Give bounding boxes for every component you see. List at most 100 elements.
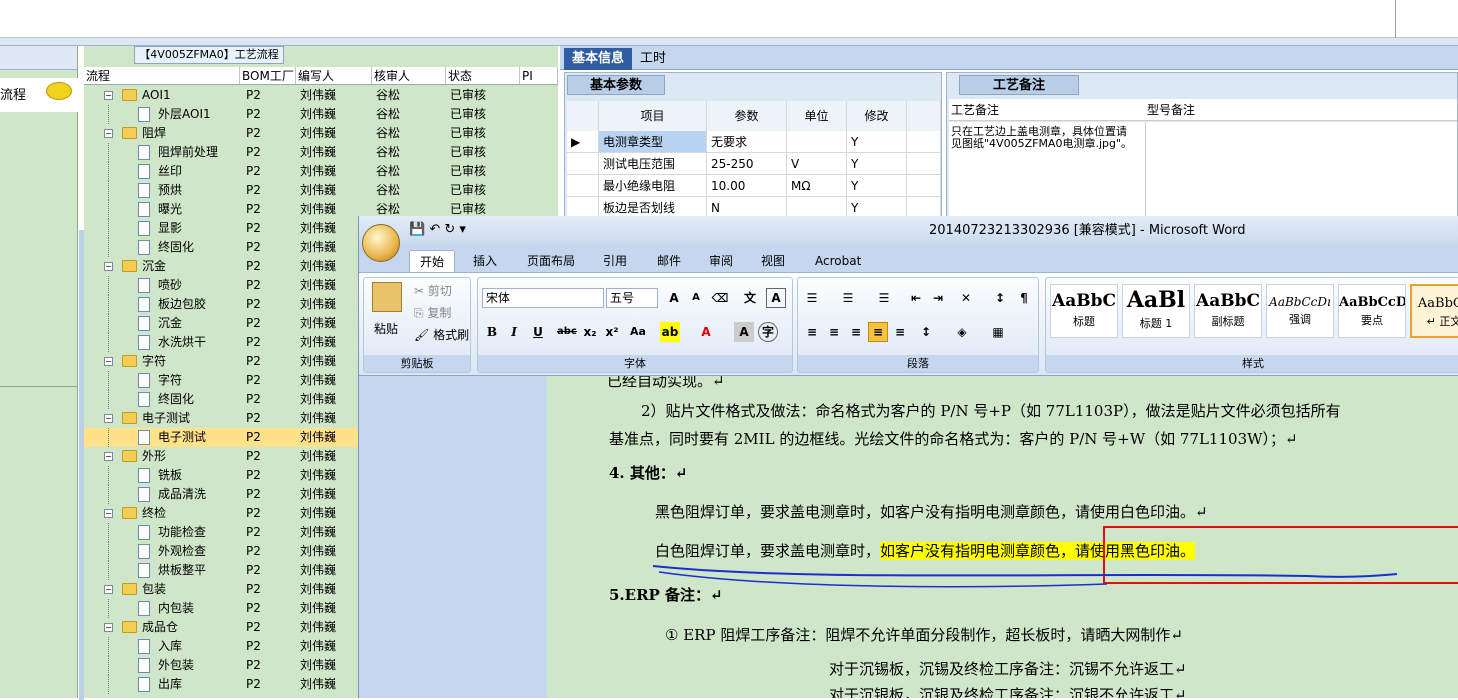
collapse-toggle-icon[interactable]: − — [104, 357, 113, 366]
collapse-toggle-icon[interactable]: − — [104, 414, 113, 423]
collapse-toggle-icon[interactable]: − — [104, 452, 113, 461]
enclose-char-icon[interactable]: 字 — [758, 322, 778, 342]
cell-edit[interactable]: Y — [847, 175, 907, 196]
collapse-toggle-icon[interactable]: − — [104, 623, 113, 632]
col-header-param[interactable]: 参数 — [707, 101, 787, 131]
superscript-icon[interactable]: x² — [602, 322, 622, 342]
tab-view[interactable]: 视图 — [751, 250, 795, 272]
style-subtitle[interactable]: AaBbC 副标题 — [1194, 284, 1262, 338]
collapse-toggle-icon[interactable]: − — [104, 262, 113, 271]
undo-icon[interactable]: ↶ — [429, 222, 440, 237]
tree-row[interactable]: 外层AOI1 P2 刘伟巍 谷松 已审核 — [84, 105, 558, 124]
craft-note-text[interactable]: 只在工艺边上盖电测章，具体位置请见图纸"4V005ZFMA0电测章.jpg"。 — [951, 126, 1135, 150]
decrease-indent-icon[interactable]: ⇤ — [906, 288, 926, 308]
tree-row[interactable]: − 阻焊 P2 刘伟巍 谷松 已审核 — [84, 124, 558, 143]
collapse-toggle-icon[interactable]: − — [104, 509, 113, 518]
style-heading1[interactable]: AaBl 标题 1 — [1122, 284, 1190, 338]
tab-acrobat[interactable]: Acrobat — [805, 250, 871, 272]
cell-item[interactable]: 测试电压范围 — [599, 153, 707, 174]
paste-button[interactable]: 粘贴 — [374, 320, 398, 337]
cell-item[interactable]: 电测章类型 — [599, 131, 707, 152]
tab-mailings[interactable]: 邮件 — [647, 250, 691, 272]
bold-icon[interactable]: B — [482, 322, 502, 342]
change-case-icon[interactable]: Aa — [628, 322, 648, 342]
comment-bubble-icon[interactable] — [46, 82, 72, 100]
tab-insert[interactable]: 插入 — [463, 250, 507, 272]
shrink-font-icon[interactable]: A — [686, 288, 706, 308]
tab-home[interactable]: 开始 — [409, 250, 456, 274]
increase-indent-icon[interactable]: ⇥ — [928, 288, 948, 308]
style-normal[interactable]: AaBbCc ↵ 正文 — [1410, 284, 1458, 338]
chinese-layout-icon[interactable]: ✕ — [956, 288, 976, 308]
tree-row[interactable]: 丝印 P2 刘伟巍 谷松 已审核 — [84, 162, 558, 181]
collapse-toggle-icon[interactable]: − — [104, 91, 113, 100]
align-center-icon[interactable]: ≡ — [824, 322, 844, 342]
style-title[interactable]: AaBbC 标题 — [1050, 284, 1118, 338]
grow-font-icon[interactable]: A — [664, 288, 684, 308]
cell-param[interactable]: 无要求 — [707, 131, 787, 152]
splitter-bar[interactable] — [0, 38, 1458, 46]
justify-icon[interactable]: ≡ — [868, 322, 888, 342]
cut-button[interactable]: ✂ 剪切 — [414, 282, 452, 299]
col-header-process[interactable]: 流程 — [84, 67, 240, 84]
numbering-icon[interactable]: ☰ — [838, 288, 858, 308]
document-page[interactable]: 已经自动实现。↵ 2）贴片文件格式及做法：命名格式为客户的 P/N 号+P（如 … — [547, 376, 1458, 698]
col-header-reviewer[interactable]: 核审人 — [372, 67, 446, 84]
strikethrough-icon[interactable]: abc — [556, 322, 577, 342]
clear-format-icon[interactable]: ⌫ — [710, 288, 730, 308]
tree-row[interactable]: 预烘 P2 刘伟巍 谷松 已审核 — [84, 181, 558, 200]
collapse-toggle-icon[interactable]: − — [104, 585, 113, 594]
char-border-icon[interactable]: A — [766, 288, 786, 308]
tree-row[interactable]: 阻焊前处理 P2 刘伟巍 谷松 已审核 — [84, 143, 558, 162]
collapse-toggle-icon[interactable]: − — [104, 129, 113, 138]
tab-page-layout[interactable]: 页面布局 — [517, 250, 585, 272]
tab-work-hours[interactable]: 工时 — [632, 48, 674, 70]
save-icon[interactable]: 💾 — [409, 222, 425, 237]
tab-references[interactable]: 引用 — [593, 250, 637, 272]
col-header-edit[interactable]: 修改 — [847, 101, 907, 131]
grid-row[interactable]: 最小绝缘电阻 10.00 MΩ Y — [567, 175, 941, 197]
cell-unit[interactable] — [787, 131, 847, 152]
char-shading-icon[interactable]: A — [734, 322, 754, 342]
distributed-icon[interactable]: ≡ — [890, 322, 910, 342]
cell-edit[interactable]: Y — [847, 153, 907, 174]
shading-icon[interactable]: ◈ — [952, 322, 972, 342]
tree-row[interactable]: − AOI1 P2 刘伟巍 谷松 已审核 — [84, 86, 558, 105]
grid-row[interactable]: 测试电压范围 25-250 V Y — [567, 153, 941, 175]
col-header-item[interactable]: 项目 — [599, 101, 707, 131]
paste-icon[interactable] — [372, 282, 402, 312]
font-size-select[interactable]: 五号 — [606, 288, 658, 308]
cell-edit[interactable]: Y — [847, 131, 907, 152]
show-marks-icon[interactable]: ¶ — [1014, 288, 1034, 308]
tab-basic-info[interactable]: 基本信息 — [564, 48, 633, 70]
cell-param[interactable]: 25-250 — [707, 153, 787, 174]
font-name-select[interactable]: 宋体 — [482, 288, 604, 308]
cell-unit[interactable] — [787, 197, 847, 218]
align-right-icon[interactable]: ≡ — [846, 322, 866, 342]
grid-row[interactable]: ▶ 电测章类型 无要求 Y — [567, 131, 941, 153]
col-header-writer[interactable]: 编写人 — [296, 67, 372, 84]
italic-icon[interactable]: I — [504, 322, 524, 342]
col-header-pi[interactable]: PI — [520, 67, 558, 84]
underline-icon[interactable]: U — [528, 322, 548, 342]
cell-item[interactable]: 板边是否划线 — [599, 197, 707, 218]
subscript-icon[interactable]: x₂ — [580, 322, 600, 342]
sort-icon[interactable]: ↕ — [990, 288, 1010, 308]
col-header-status[interactable]: 状态 — [446, 67, 520, 84]
font-color-icon[interactable]: A — [696, 322, 716, 342]
cell-item[interactable]: 最小绝缘电阻 — [599, 175, 707, 196]
phonetic-guide-icon[interactable]: 文 — [740, 288, 760, 308]
cell-unit[interactable]: MΩ — [787, 175, 847, 196]
customize-qat-icon[interactable]: ▾ — [459, 222, 466, 237]
cell-param[interactable]: N — [707, 197, 787, 218]
tab-review[interactable]: 审阅 — [699, 250, 743, 272]
bullets-icon[interactable]: ☰ — [802, 288, 822, 308]
cell-edit[interactable]: Y — [847, 197, 907, 218]
col-header-unit[interactable]: 单位 — [787, 101, 847, 131]
highlight-icon[interactable]: ab — [660, 322, 680, 342]
cell-param[interactable]: 10.00 — [707, 175, 787, 196]
cell-unit[interactable]: V — [787, 153, 847, 174]
format-painter-button[interactable]: 🖌 格式刷 — [414, 326, 469, 343]
style-strong[interactable]: AaBbCcD 要点 — [1338, 284, 1406, 338]
line-spacing-icon[interactable]: ↕ — [916, 322, 936, 342]
